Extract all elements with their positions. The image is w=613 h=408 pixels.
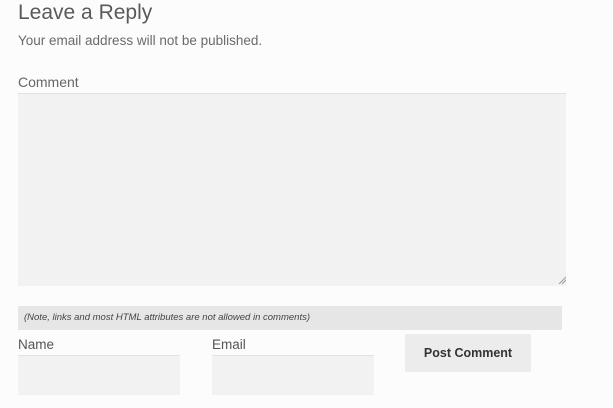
email-input[interactable] [212, 355, 374, 395]
email-notice: Your email address will not be published… [18, 33, 263, 48]
html-note: (Note, links and most HTML attributes ar… [18, 306, 562, 330]
comment-textarea[interactable] [18, 93, 566, 286]
comment-label: Comment [18, 74, 79, 90]
reply-title: Leave a Reply [18, 1, 153, 24]
name-input[interactable] [18, 355, 180, 395]
email-label: Email [212, 337, 246, 352]
resize-grip-icon[interactable] [558, 276, 566, 284]
name-label: Name [18, 337, 55, 352]
post-comment-button[interactable]: Post Comment [405, 334, 531, 372]
